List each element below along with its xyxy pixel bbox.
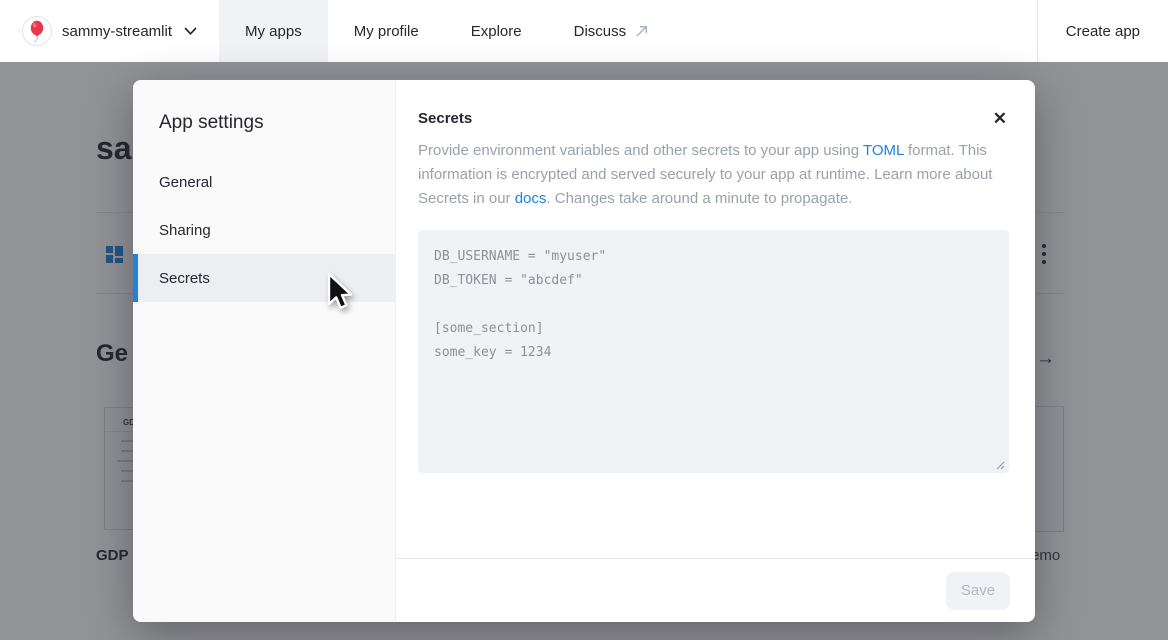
secrets-panel: Secrets ✕ Provide environment variables … (396, 80, 1035, 622)
modal-title: App settings (133, 112, 395, 134)
description-text: . Changes take around a minute to propag… (546, 190, 852, 207)
tab-discuss[interactable]: Discuss (548, 0, 676, 62)
streamlit-balloon-logo (22, 16, 52, 46)
app-settings-modal: App settings General Sharing Secrets Sec… (133, 80, 1035, 622)
description-text: Provide environment variables and other … (418, 142, 863, 159)
sidebar-item-secrets[interactable]: Secrets (133, 254, 395, 302)
save-button[interactable]: Save (946, 572, 1010, 610)
secrets-textarea[interactable]: DB_USERNAME = "myuser" DB_TOKEN = "abcde… (418, 230, 1009, 473)
settings-sidebar: App settings General Sharing Secrets (133, 80, 396, 622)
resize-handle-icon[interactable] (994, 457, 1005, 468)
docs-link[interactable]: docs (515, 190, 547, 207)
chevron-down-icon (184, 27, 197, 36)
top-nav: sammy-streamlit My apps My profile Explo… (0, 0, 1168, 62)
tab-discuss-label: Discuss (574, 23, 627, 40)
secrets-editor-wrap: DB_USERNAME = "myuser" DB_TOKEN = "abcde… (418, 230, 1009, 473)
secrets-description: Provide environment variables and other … (418, 139, 1004, 211)
tab-explore[interactable]: Explore (445, 0, 548, 62)
panel-header: Secrets ✕ (396, 80, 1035, 129)
nav-spacer (675, 0, 1037, 62)
panel-title: Secrets (418, 108, 472, 127)
toml-link[interactable]: TOML (863, 142, 904, 159)
external-link-icon (635, 24, 649, 38)
tab-my-apps[interactable]: My apps (219, 0, 328, 62)
sidebar-item-general[interactable]: General (133, 158, 395, 206)
create-app-button[interactable]: Create app (1037, 0, 1168, 62)
workspace-name: sammy-streamlit (62, 23, 172, 40)
tab-my-profile[interactable]: My profile (328, 0, 445, 62)
close-icon[interactable]: ✕ (989, 108, 1011, 129)
balloon-icon (27, 19, 47, 43)
sidebar-item-sharing[interactable]: Sharing (133, 206, 395, 254)
modal-footer: Save (396, 558, 1035, 622)
workspace-switcher[interactable]: sammy-streamlit (0, 0, 219, 62)
